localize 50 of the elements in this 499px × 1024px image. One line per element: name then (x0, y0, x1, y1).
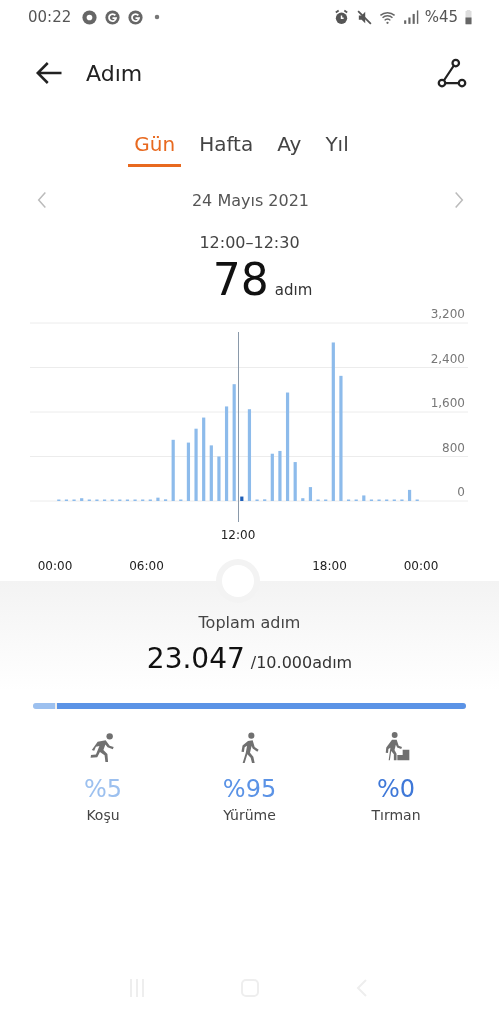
google-icon (127, 8, 145, 26)
signal-icon (401, 8, 419, 26)
x-axis-label: 00:00 (37, 559, 73, 573)
time-range: 12:00–12:30 (198, 233, 301, 252)
bar (301, 498, 305, 501)
activity-label: Yürüme (223, 807, 276, 823)
bar (308, 487, 313, 501)
bar (293, 462, 297, 501)
page-title: Adım (86, 60, 143, 86)
y-axis-label: 3,200 (430, 307, 465, 321)
bar (156, 497, 160, 501)
period-tab[interactable]: Hafta (193, 124, 260, 167)
y-axis-label: 0 (457, 485, 465, 499)
activity-label: Tırman (371, 807, 421, 823)
status-time: 00:22 (28, 8, 72, 26)
step-goal: /10.000adım (250, 653, 353, 672)
battery-icon (464, 9, 473, 25)
total-label: Toplam adım (198, 613, 301, 632)
battery-percent: %45 (424, 8, 458, 26)
date-label: 24 Mayıs 2021 (191, 190, 310, 210)
bar (171, 439, 175, 501)
cursor-time-label: 12:00 (220, 528, 256, 542)
y-axis-label: 800 (442, 440, 465, 455)
notification-dot-icon (154, 14, 161, 20)
browser-icon (81, 8, 99, 26)
google-icon (104, 8, 122, 26)
bar (278, 450, 282, 501)
step-count: 78 (212, 254, 269, 305)
route-icon[interactable] (437, 58, 467, 88)
x-axis-label: 18:00 (312, 559, 347, 573)
period-tab[interactable]: Ay (271, 124, 308, 167)
activity-percent: %0 (376, 775, 416, 803)
step-unit: adım (274, 281, 313, 299)
mute-icon (355, 8, 373, 26)
period-tab[interactable]: Yıl (319, 124, 355, 167)
bar (270, 453, 274, 501)
x-axis-label: 00:00 (403, 559, 439, 573)
activity-label: Koşu (86, 807, 120, 823)
activity-percent: %5 (83, 775, 123, 803)
x-axis-label: 06:00 (129, 559, 164, 573)
bar (80, 498, 84, 501)
y-axis-label: 1,600 (430, 396, 465, 410)
bar (186, 442, 191, 501)
activity-percent: %95 (222, 775, 277, 803)
y-axis-label: 2,400 (430, 351, 465, 366)
total-steps: 23.047 (146, 642, 245, 675)
bar (217, 456, 221, 501)
bar (362, 495, 366, 501)
bar (407, 489, 412, 501)
bar (209, 445, 213, 501)
